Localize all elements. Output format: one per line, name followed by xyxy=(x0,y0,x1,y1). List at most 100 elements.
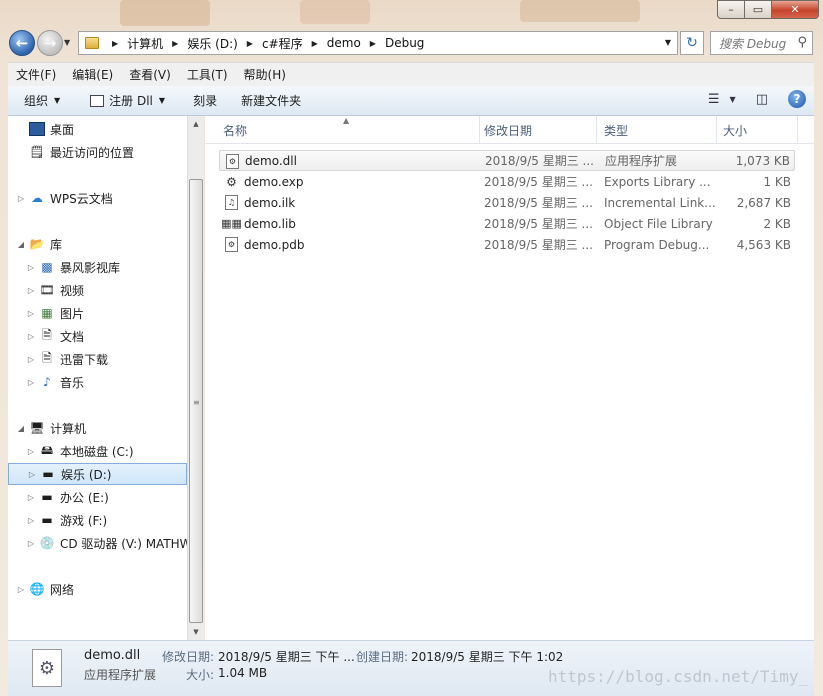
table-row[interactable]: ⚙ demo.dll 2018/9/5 星期三 ... 应用程序扩展 1,073… xyxy=(219,150,795,171)
nav-label: 图片 xyxy=(60,306,85,321)
nav-item-library[interactable]: ▷ 🎞 视频 xyxy=(26,279,187,301)
nav-scrollbar[interactable]: ▲ ≡ ▼ xyxy=(187,116,204,640)
nav-item-library[interactable]: ▷ ▩ 暴风影视库 xyxy=(26,256,187,278)
menu-view[interactable]: 查看(V) xyxy=(121,66,179,83)
nav-item-network[interactable]: ▷ 🌐 网络 xyxy=(16,578,187,600)
file-date: 2018/9/5 星期三 ... xyxy=(484,196,593,210)
wallpaper-decor xyxy=(300,0,370,24)
nav-item-library[interactable]: ▷ 🗎 文档 xyxy=(26,325,187,347)
collapse-arrow-icon[interactable]: ◢ xyxy=(16,424,26,433)
back-button[interactable]: ← xyxy=(9,30,35,56)
file-type: 应用程序扩展 xyxy=(605,154,678,168)
scroll-thumb[interactable]: ≡ xyxy=(189,179,203,623)
chevron-right-icon[interactable]: ▶ xyxy=(112,39,118,48)
network-icon: 🌐 xyxy=(29,582,45,596)
details-size-value: 1.04 MB xyxy=(218,666,268,680)
nav-item-libraries[interactable]: ◢ 📂 库 xyxy=(16,233,187,255)
nav-item-library[interactable]: ▷ ▦ 图片 xyxy=(26,302,187,324)
menu-help[interactable]: 帮助(H) xyxy=(236,66,294,83)
breadcrumb-debug[interactable]: Debug xyxy=(385,36,424,50)
refresh-button[interactable]: ↻ xyxy=(680,31,704,55)
nav-item-drive[interactable]: ▷ ▬ 办公 (E:) xyxy=(26,486,187,508)
column-name[interactable]: 名称 xyxy=(215,116,480,144)
chevron-right-icon[interactable]: ▶ xyxy=(172,39,178,48)
address-bar[interactable]: ▶ 计算机 ▶ 娱乐 (D:) ▶ c#程序 ▶ demo ▶ Debug ▼ xyxy=(78,31,678,55)
burn-label: 刻录 xyxy=(193,94,218,108)
breadcrumb-demo[interactable]: demo xyxy=(327,36,361,50)
menu-tools[interactable]: 工具(T) xyxy=(179,66,236,83)
register-dll-button[interactable]: 注册 Dll ▼ xyxy=(70,86,175,116)
nav-item-wps[interactable]: ▷ ☁ WPS云文档 xyxy=(16,187,187,209)
scroll-up-arrow-icon[interactable]: ▲ xyxy=(188,116,204,132)
expand-arrow-icon[interactable]: ▷ xyxy=(26,539,36,548)
table-row[interactable]: ♫ demo.ilk 2018/9/5 星期三 ... Incremental … xyxy=(219,192,795,213)
help-icon[interactable]: ? xyxy=(788,90,806,108)
organize-button[interactable]: 组织 ▼ xyxy=(8,86,70,116)
expand-arrow-icon[interactable]: ▷ xyxy=(26,516,36,525)
expand-arrow-icon[interactable]: ▷ xyxy=(26,378,36,387)
maximize-button[interactable]: ▭ xyxy=(745,0,772,19)
chevron-right-icon[interactable]: ▶ xyxy=(312,39,318,48)
menu-file[interactable]: 文件(F) xyxy=(8,66,64,83)
table-row[interactable]: ▦▦ demo.lib 2018/9/5 星期三 ... Object File… xyxy=(219,213,795,234)
forward-button[interactable]: → xyxy=(37,30,63,56)
chevron-down-icon[interactable]: ▼ xyxy=(730,95,736,104)
details-pane: ⚙ demo.dll 应用程序扩展 修改日期: 2018/9/5 星期三 下午 … xyxy=(8,640,814,696)
nav-label: 音乐 xyxy=(60,375,85,390)
nav-item-drive[interactable]: ▷ ▬ 游戏 (F:) xyxy=(26,509,187,531)
drive-icon: ▬ xyxy=(41,513,53,527)
menu-edit[interactable]: 编辑(E) xyxy=(64,66,121,83)
expand-arrow-icon[interactable]: ▷ xyxy=(16,194,26,203)
nav-item-drive-selected[interactable]: ▷ ▬ 娱乐 (D:) xyxy=(8,463,187,485)
command-bar: 组织 ▼ 注册 Dll ▼ 刻录 新建文件夹 ☰ ▼ ◫ ? xyxy=(8,86,814,116)
table-row[interactable]: ⚙ demo.pdb 2018/9/5 星期三 ... Program Debu… xyxy=(219,234,795,255)
nav-item-library[interactable]: ▷ 🗎 迅雷下载 xyxy=(26,348,187,370)
nav-item-computer[interactable]: ◢ 🖥 计算机 xyxy=(16,417,187,439)
expand-arrow-icon[interactable]: ▷ xyxy=(26,447,36,456)
nav-item-desktop[interactable]: 桌面 xyxy=(26,118,187,140)
scroll-down-arrow-icon[interactable]: ▼ xyxy=(188,624,204,640)
nav-item-recent[interactable]: 🗒 最近访问的位置 xyxy=(26,141,187,163)
recent-pages-dropdown[interactable]: ▼ xyxy=(64,38,70,47)
collapse-arrow-icon[interactable]: ◢ xyxy=(16,240,26,249)
view-options-icon[interactable]: ☰ xyxy=(708,92,720,107)
nav-item-drive[interactable]: ▷ 🖴 本地磁盘 (C:) xyxy=(26,440,187,462)
breadcrumb-computer[interactable]: 计算机 xyxy=(127,35,163,52)
chevron-right-icon[interactable]: ▶ xyxy=(247,39,253,48)
chevron-down-icon[interactable]: ▼ xyxy=(665,38,671,47)
navigation-pane: 桌面 🗒 最近访问的位置 ▷ ☁ WPS云文档 ◢ 📂 库 ▷ ▩ 暴风影视库 ▷ 🎞 视频 ▷ ▦… xyxy=(8,116,187,640)
breadcrumb-csharp[interactable]: c#程序 xyxy=(262,35,303,52)
cloud-icon: ☁ xyxy=(31,191,43,205)
burn-button[interactable]: 刻录 xyxy=(175,86,227,116)
column-size[interactable]: 大小 xyxy=(715,116,798,144)
file-type: Exports Library ... xyxy=(604,174,711,189)
nav-label: 库 xyxy=(50,237,63,252)
file-size: 1,073 KB xyxy=(735,153,790,168)
new-folder-button[interactable]: 新建文件夹 xyxy=(227,86,311,116)
expand-arrow-icon[interactable]: ▷ xyxy=(27,470,37,479)
nav-item-drive[interactable]: ▷ 💿 CD 驱动器 (V:) MATHW xyxy=(26,532,187,554)
file-date: 2018/9/5 星期三 ... xyxy=(484,238,593,252)
register-icon xyxy=(90,94,105,107)
nav-label: WPS云文档 xyxy=(50,191,113,206)
close-button[interactable]: ✕ xyxy=(772,0,819,19)
expand-arrow-icon[interactable]: ▷ xyxy=(26,263,36,272)
expand-arrow-icon[interactable]: ▷ xyxy=(26,286,36,295)
expand-arrow-icon[interactable]: ▷ xyxy=(26,493,36,502)
search-input[interactable]: 搜索 Debug ⚲ xyxy=(710,31,813,55)
nav-item-library[interactable]: ▷ ♪ 音乐 xyxy=(26,371,187,393)
expand-arrow-icon[interactable]: ▷ xyxy=(16,585,26,594)
details-file-type: 应用程序扩展 xyxy=(84,668,157,682)
expand-arrow-icon[interactable]: ▷ xyxy=(26,309,36,318)
file-name: demo.exp xyxy=(244,174,304,189)
table-row[interactable]: ⚙ demo.exp 2018/9/5 星期三 ... Exports Libr… xyxy=(219,171,795,192)
preview-pane-icon[interactable]: ◫ xyxy=(756,92,768,107)
breadcrumb-drive-d[interactable]: 娱乐 (D:) xyxy=(187,35,237,52)
expand-arrow-icon[interactable]: ▷ xyxy=(26,332,36,341)
minimize-button[interactable]: – xyxy=(717,0,745,19)
chevron-right-icon[interactable]: ▶ xyxy=(370,39,376,48)
column-type[interactable]: 类型 xyxy=(596,116,717,144)
column-date[interactable]: 修改日期 xyxy=(476,116,597,144)
search-icon[interactable]: ⚲ xyxy=(797,35,807,50)
expand-arrow-icon[interactable]: ▷ xyxy=(26,355,36,364)
